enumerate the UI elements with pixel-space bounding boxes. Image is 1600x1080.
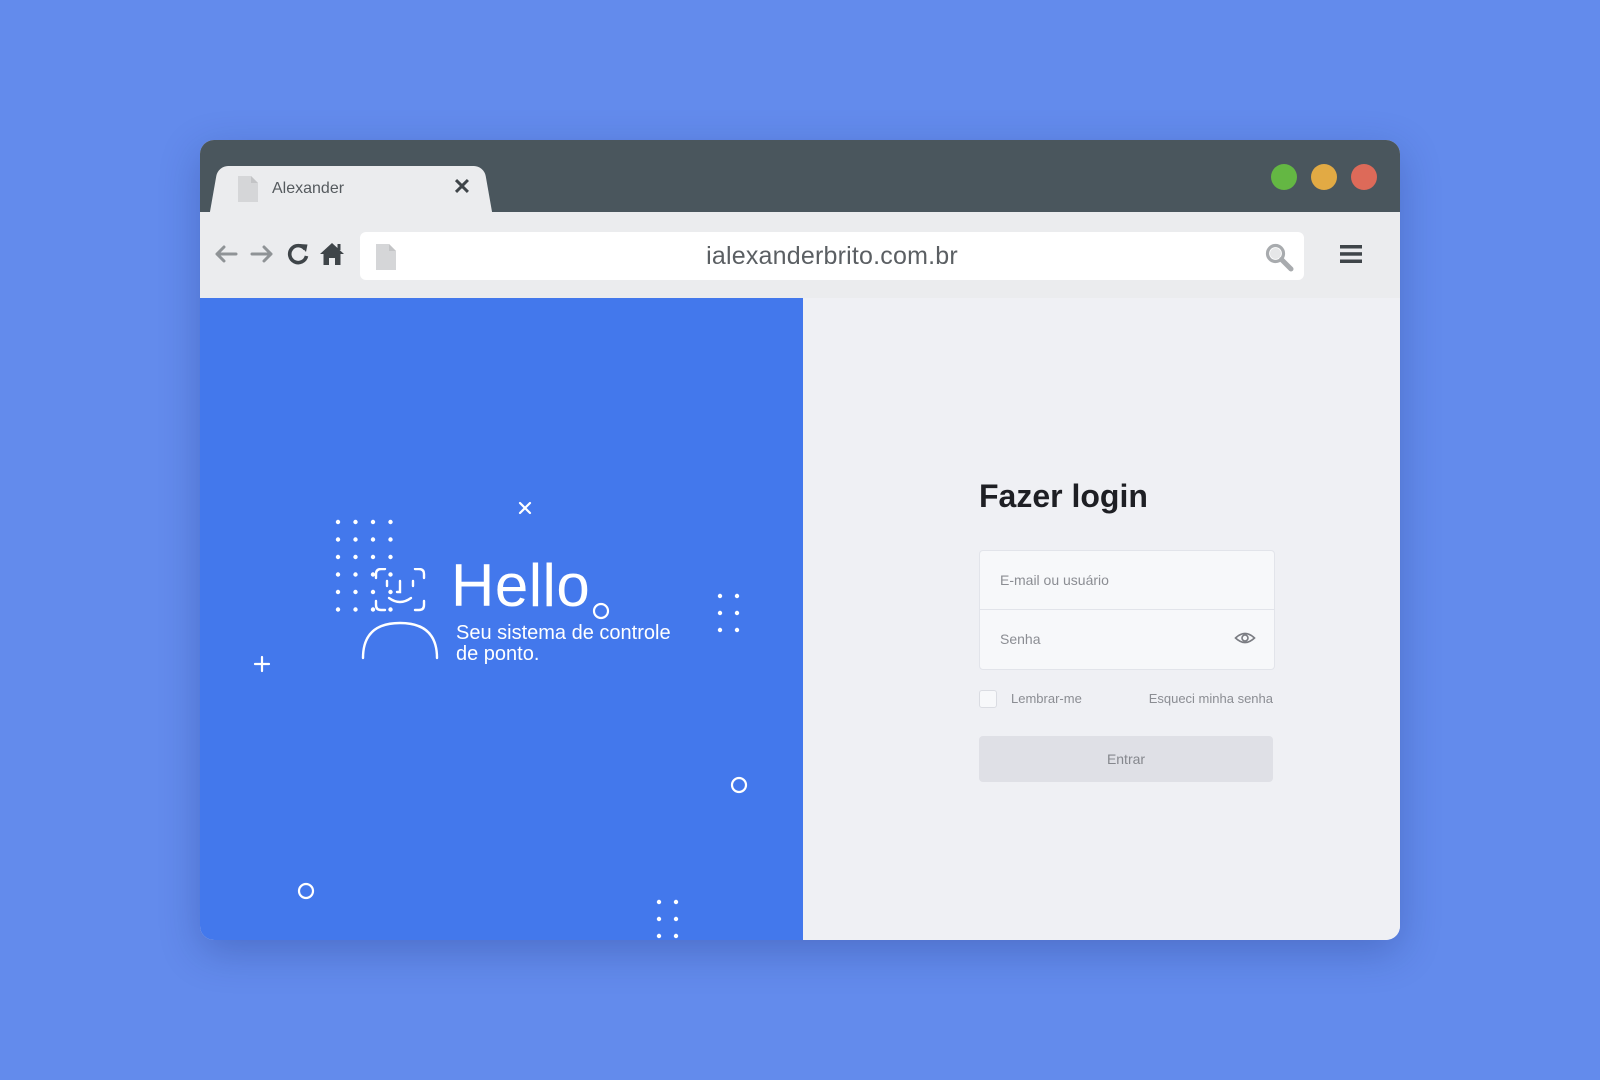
browser-titlebar: Alexander ✕ [200, 140, 1400, 212]
dot-decoration [388, 554, 393, 560]
ring-decoration [592, 602, 610, 620]
dot-decoration [388, 537, 393, 542]
window-maximize-button[interactable] [1271, 164, 1297, 190]
decorative-pattern [253, 501, 748, 939]
arrow-left-icon[interactable] [212, 240, 240, 268]
address-bar[interactable]: ialexanderbrito.com.br [360, 232, 1304, 280]
ring-decoration [297, 882, 315, 900]
dot-decoration [335, 572, 341, 577]
cross-decoration [518, 501, 532, 515]
dot-decoration [717, 593, 723, 599]
browser-toolbar: ialexanderbrito.com.br [200, 212, 1400, 298]
dot-decoration [353, 537, 358, 542]
dot-decoration [353, 607, 358, 612]
dot-grid-right [717, 593, 740, 633]
dot-decoration [673, 899, 679, 905]
url-text: ialexanderbrito.com.br [706, 242, 958, 270]
browser-tab[interactable]: Alexander ✕ [222, 166, 480, 212]
home-icon[interactable] [318, 240, 346, 268]
dot-decoration [353, 572, 358, 577]
dot-decoration [388, 519, 393, 525]
reload-icon[interactable] [284, 240, 312, 268]
dot-decoration [370, 537, 376, 542]
dot-decoration [656, 899, 662, 905]
login-title: Fazer login [979, 478, 1148, 514]
dot-decoration [734, 627, 740, 633]
hamburger-menu-icon[interactable] [1340, 242, 1362, 266]
window-minimize-button[interactable] [1311, 164, 1337, 190]
dot-decoration [335, 589, 341, 595]
dot-decoration [656, 916, 662, 922]
arrow-right-icon[interactable] [248, 240, 276, 268]
hero-title: Hello [451, 552, 591, 619]
close-icon[interactable]: ✕ [452, 176, 472, 198]
ring-decoration [730, 776, 748, 794]
dot-decoration [335, 554, 341, 560]
remember-checkbox[interactable] [979, 690, 997, 708]
password-field[interactable] [980, 610, 1274, 668]
plus-decoration [253, 655, 271, 673]
tab-title: Alexander [272, 180, 345, 197]
dot-decoration [370, 554, 376, 560]
dot-decoration [673, 916, 679, 922]
dot-decoration [656, 933, 662, 939]
dot-grid-bottom-right [656, 899, 679, 939]
email-field[interactable] [980, 551, 1274, 609]
hero-panel: Hello Seu sistema de controle de ponto. [200, 298, 803, 940]
login-button[interactable]: Entrar [979, 736, 1273, 782]
search-icon[interactable] [1264, 242, 1294, 272]
forgot-password-link[interactable]: Esqueci minha senha [1149, 691, 1273, 706]
dot-decoration [335, 519, 341, 525]
login-panel: Fazer login Lembrar-me Esqueci minha sen… [803, 298, 1400, 940]
dot-decoration [673, 933, 679, 939]
dot-decoration [335, 607, 341, 612]
dot-decoration [335, 537, 341, 542]
dot-decoration [370, 519, 376, 525]
dot-decoration [353, 554, 358, 560]
remember-label: Lembrar-me [1011, 691, 1082, 706]
page-icon [238, 176, 258, 202]
dot-decoration [734, 593, 740, 599]
window-close-button[interactable] [1351, 164, 1377, 190]
dot-decoration [717, 627, 723, 633]
login-fields [979, 550, 1275, 670]
eye-icon[interactable] [1234, 628, 1256, 648]
dot-decoration [734, 610, 740, 616]
dot-decoration [353, 519, 358, 525]
browser-window: Alexander ✕ ialexanderbrito.com.br Hello… [200, 140, 1400, 940]
hero-subtitle: Seu sistema de controle de ponto. [456, 622, 671, 665]
dot-decoration [353, 589, 358, 595]
dot-decoration [717, 610, 723, 616]
face-id-user-icon [361, 568, 439, 660]
